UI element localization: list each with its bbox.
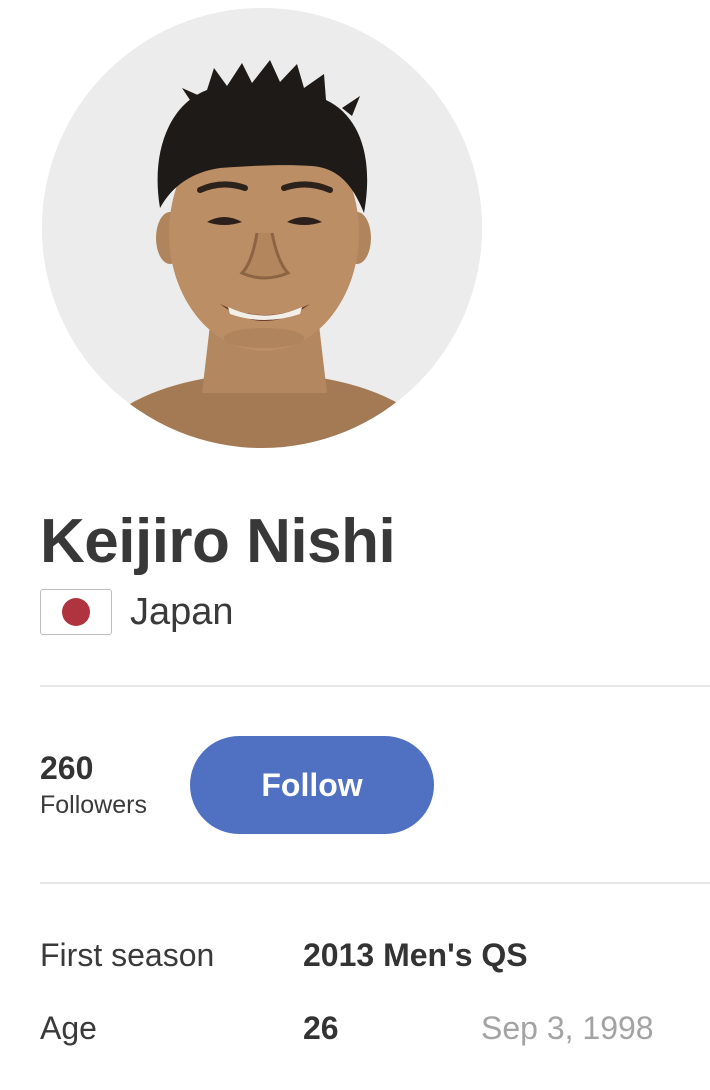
divider-top [40, 685, 710, 687]
country-name: Japan [130, 590, 234, 633]
birthdate: Sep 3, 1998 [481, 1010, 654, 1046]
profile-name: Keijiro Nishi [40, 507, 396, 576]
first-season-label: First season [40, 937, 215, 973]
flag-disc [62, 598, 90, 626]
country-row: Japan [40, 586, 234, 638]
profile-photo [42, 8, 482, 448]
age-value: 26 [303, 1010, 339, 1046]
age-label: Age [40, 1010, 97, 1046]
avatar [42, 8, 482, 448]
divider-bottom [40, 882, 710, 884]
followers-label: Followers [40, 791, 147, 819]
first-season-value: 2013 Men's QS [303, 937, 528, 973]
follow-button[interactable]: Follow [190, 736, 434, 834]
followers-count: 260 [40, 750, 94, 786]
japan-flag-icon [40, 589, 112, 635]
